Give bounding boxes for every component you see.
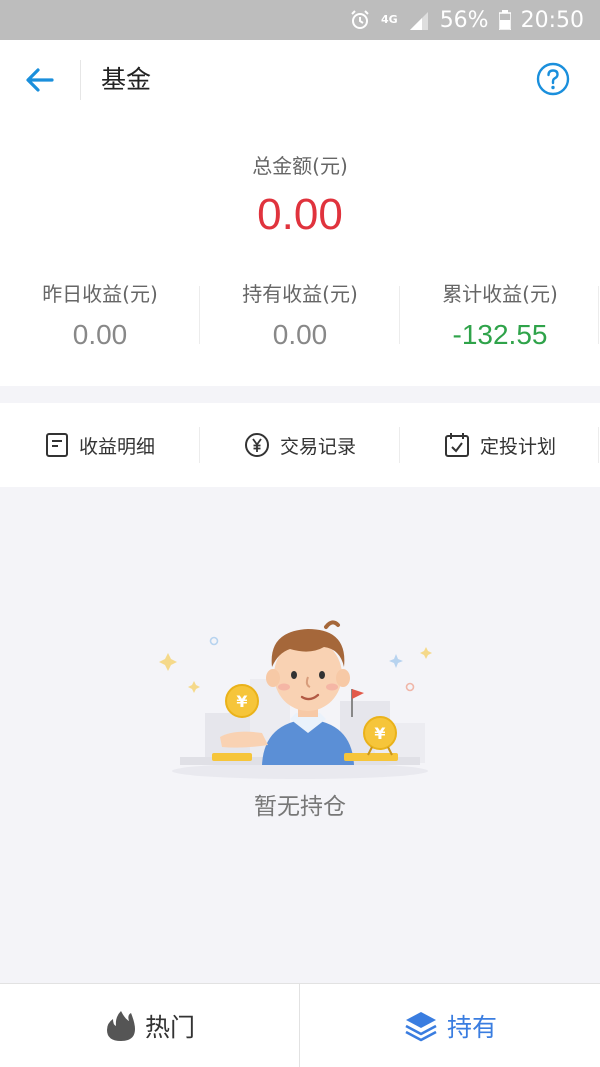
empty-holdings: ¥ ¥ 暂无持仓 (0, 487, 600, 983)
tab-hot[interactable]: 热门 (0, 984, 300, 1067)
signal-icon (408, 10, 430, 30)
stat-cumulative-earnings: 累计收益(元) -132.55 (400, 278, 600, 351)
alarm-icon (349, 9, 371, 31)
app-header: 基金 (0, 40, 600, 122)
back-button[interactable] (22, 62, 58, 98)
page-title: 基金 (101, 65, 152, 94)
action-label: 收益明细 (78, 435, 155, 458)
battery-level: 56% (439, 7, 489, 33)
tab-label: 持有 (446, 1012, 497, 1042)
stat-holding-earnings: 持有收益(元) 0.00 (200, 278, 400, 351)
investment-plan-button[interactable]: 定投计划 (400, 403, 600, 487)
action-divider (598, 427, 599, 463)
tab-holdings[interactable]: 持有 (300, 984, 600, 1067)
empty-holdings-text: 暂无持仓 (254, 794, 346, 820)
earnings-detail-button[interactable]: 收益明细 (0, 403, 200, 487)
calendar-check-icon (444, 433, 469, 457)
help-button[interactable] (536, 62, 570, 96)
svg-text:¥: ¥ (236, 692, 247, 711)
tab-label: 热门 (144, 1012, 195, 1042)
stat-label: 昨日收益(元) (42, 282, 158, 306)
asset-summary: 总金额(元) 0.00 昨日收益(元) 0.00 持有收益(元) 0.00 累计… (0, 122, 600, 386)
clock: 20:50 (520, 7, 584, 33)
stat-value: -132.55 (452, 319, 548, 350)
total-amount-label: 总金额(元) (252, 154, 348, 178)
empty-illustration: ¥ ¥ (159, 620, 432, 779)
action-label: 交易记录 (279, 435, 356, 458)
arrow-left-icon (26, 68, 54, 92)
action-bar: 收益明细 交易记录 定投计划 (0, 403, 600, 487)
stat-label: 持有收益(元) (242, 282, 358, 306)
action-label: 定投计划 (479, 435, 556, 458)
transaction-records-button[interactable]: 交易记录 (200, 403, 400, 487)
total-amount-value: 0.00 (257, 190, 343, 239)
yuan-circle-icon (244, 433, 269, 457)
flame-icon (106, 1010, 135, 1041)
svg-text:¥: ¥ (374, 724, 385, 743)
stat-value: 0.00 (72, 319, 128, 350)
header-divider (80, 60, 81, 100)
layers-icon (405, 1011, 437, 1041)
status-bar: 4G 56% 20:50 (0, 0, 600, 40)
question-circle-icon (536, 62, 570, 96)
stat-label: 累计收益(元) (442, 282, 558, 306)
stat-value: 0.00 (272, 319, 328, 350)
stat-divider (598, 286, 599, 344)
battery-icon (498, 10, 511, 30)
stat-yesterday-earnings: 昨日收益(元) 0.00 (0, 278, 200, 351)
document-icon (45, 433, 68, 457)
bottom-tab-bar: 热门 持有 (0, 983, 600, 1067)
network-type: 4G (381, 13, 398, 26)
